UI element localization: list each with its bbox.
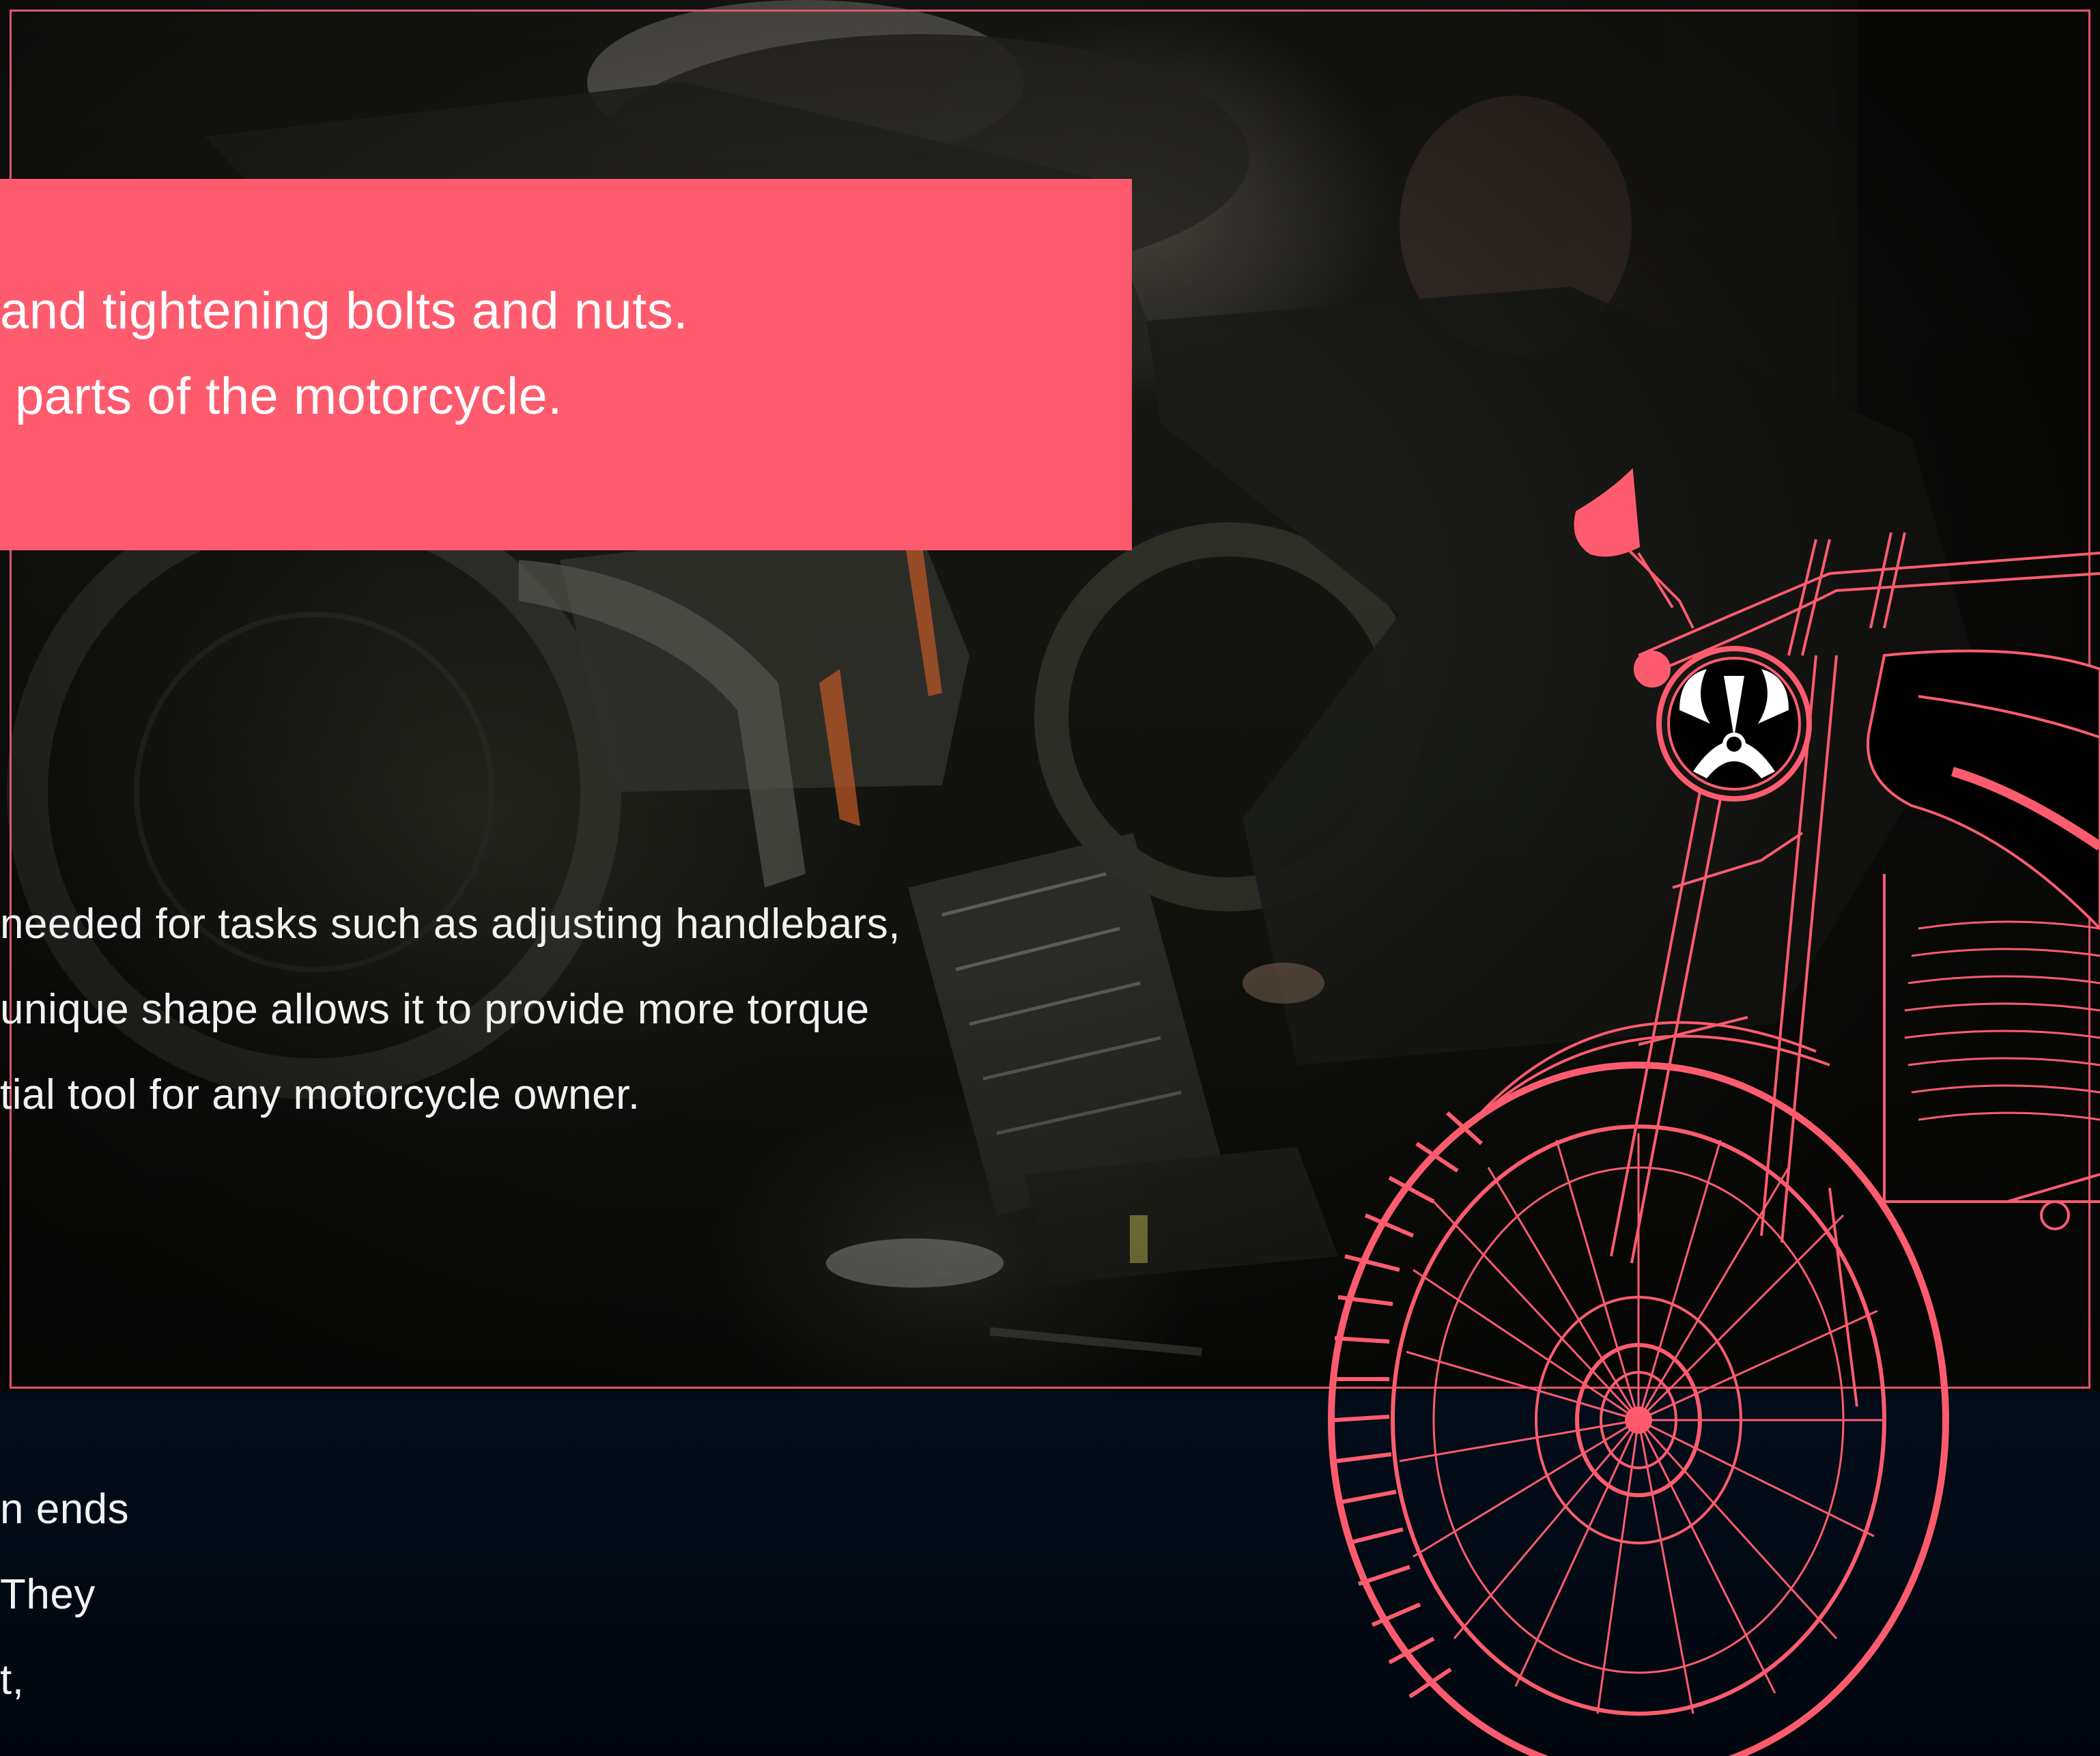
body-line-2: unique shape allows it to provide more t… bbox=[0, 986, 870, 1033]
footer-line-2: They bbox=[0, 1571, 96, 1618]
footer-line-1: n ends bbox=[0, 1486, 130, 1533]
highlight-line-1: and tightening bolts and nuts. bbox=[0, 282, 688, 340]
motorcycle-outline-icon bbox=[1328, 468, 2100, 1756]
highlight-line-2: parts of the motorcycle. bbox=[15, 367, 563, 425]
body-line-1: needed for tasks such as adjusting handl… bbox=[0, 901, 900, 948]
highlight-box: and tightening bolts and nuts. parts of … bbox=[0, 179, 1132, 550]
body-line-3: tial tool for any motorcycle owner. bbox=[0, 1071, 640, 1118]
footer-line-3: t, bbox=[0, 1656, 25, 1703]
